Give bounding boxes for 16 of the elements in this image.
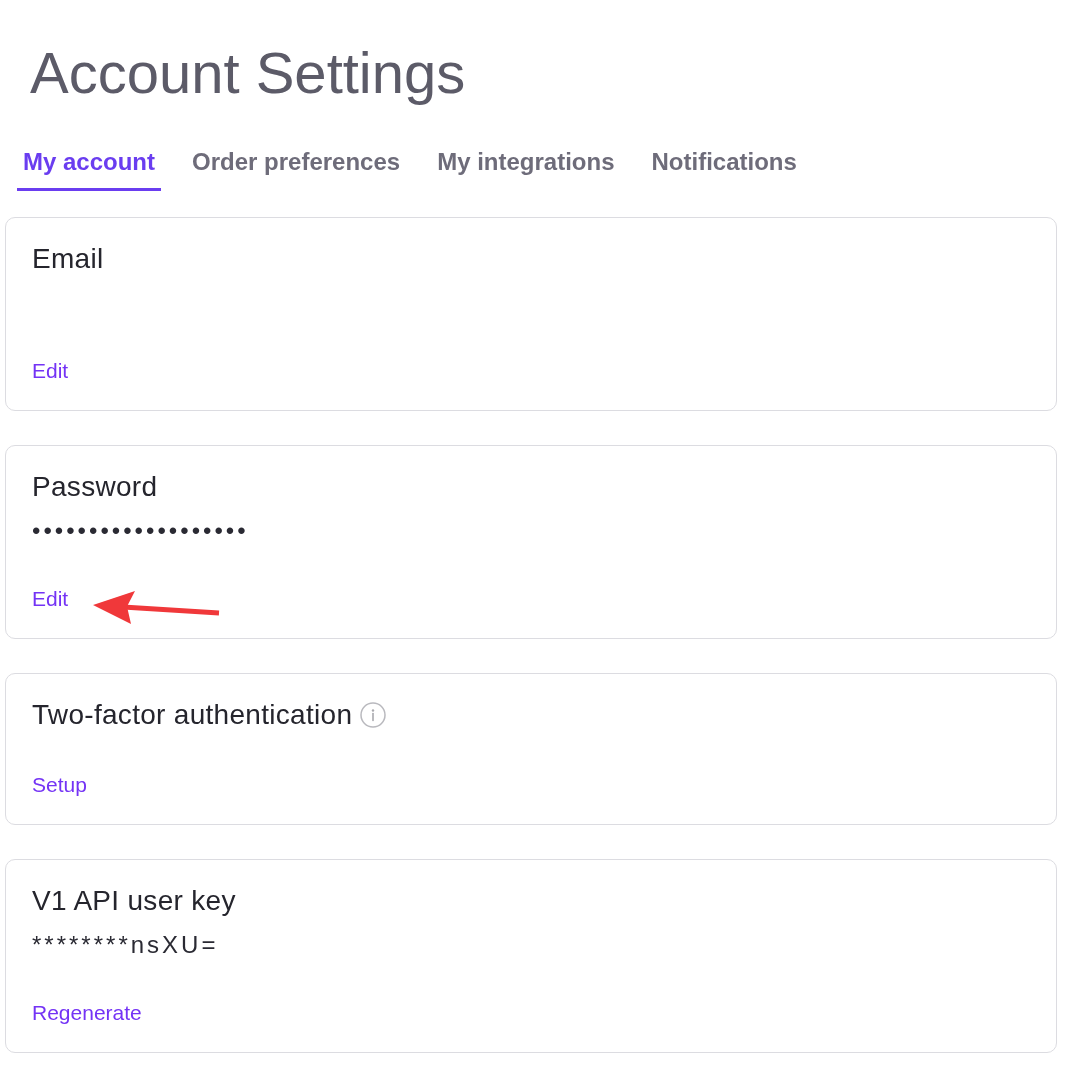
action-link[interactable]: Setup: [32, 772, 87, 798]
card-title: Password: [32, 470, 158, 504]
action-link[interactable]: Regenerate: [32, 1000, 142, 1026]
action-link[interactable]: Edit: [32, 358, 69, 384]
card-title: V1 API user key: [32, 884, 236, 918]
tab[interactable]: My integrations: [431, 147, 621, 191]
info-icon[interactable]: [360, 702, 387, 728]
field-value: ********nsXU=: [32, 930, 219, 960]
tab[interactable]: Order preferences: [186, 147, 407, 191]
card-title: Email: [32, 242, 104, 276]
card-title: Two-factor authentication: [32, 698, 353, 732]
tab[interactable]: My account: [17, 147, 162, 191]
tab[interactable]: Notifications: [645, 147, 803, 191]
action-link[interactable]: Edit: [32, 586, 69, 612]
page-title: Account Settings: [30, 39, 466, 107]
field-value: •••••••••••••••••••: [32, 516, 249, 546]
